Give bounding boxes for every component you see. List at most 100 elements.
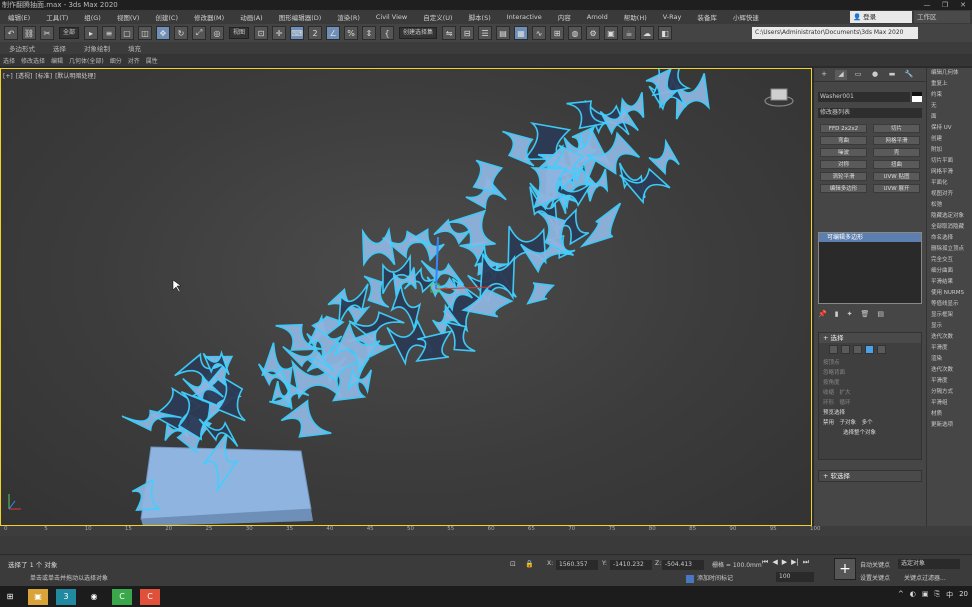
configure-sets-icon[interactable]: ▤	[877, 310, 884, 318]
a360-icon[interactable]: ◧	[658, 26, 673, 40]
app-icon-a[interactable]: ◉	[84, 589, 104, 605]
edit-geometry-row[interactable]: 重复上	[931, 79, 972, 90]
pivot-icon[interactable]: ⊡	[254, 26, 269, 40]
align-icon[interactable]: ⊟	[460, 26, 475, 40]
modifier-stack[interactable]: 可编辑多边形	[818, 232, 922, 304]
mod-btn-bend[interactable]: 弯曲	[820, 136, 867, 145]
ribbon-sub-geometry[interactable]: 几何体(全部)	[66, 56, 107, 65]
edit-geometry-row[interactable]: 平滑组	[931, 398, 972, 409]
edit-geometry-row[interactable]: 删除孤立顶点	[931, 244, 972, 255]
edit-geometry-row[interactable]: 渲染	[931, 354, 972, 365]
menu-modifiers[interactable]: 修改器(M)	[186, 12, 232, 22]
prev-frame-icon[interactable]: ◀	[772, 558, 777, 567]
edit-geometry-row[interactable]: 细分曲面	[931, 266, 972, 277]
edit-geometry-row[interactable]: 全部取消隐藏	[931, 222, 972, 233]
y-coordinate-field[interactable]: -1410.232	[610, 560, 652, 570]
object-color-swatch[interactable]	[912, 92, 922, 102]
layer-icon[interactable]: ☰	[478, 26, 493, 40]
vertex-level-icon[interactable]	[829, 345, 838, 354]
mod-btn-meshsmooth[interactable]: 网格平滑	[873, 136, 920, 145]
mirror-icon[interactable]: ⇋	[442, 26, 457, 40]
app-icon-c[interactable]: C	[140, 588, 160, 605]
ribbon-tab-modeling[interactable]: 多边形式	[0, 43, 44, 53]
lock-icon[interactable]: 🔒	[525, 560, 534, 568]
modifier-list-dropdown[interactable]: 修改器列表	[818, 108, 922, 118]
tray-monitor-icon[interactable]: ▣	[922, 590, 929, 600]
render-setup-icon[interactable]: ⚙	[586, 26, 601, 40]
3dsmax-icon[interactable]: 3	[56, 588, 76, 605]
stack-item-edit-poly[interactable]: 可编辑多边形	[819, 233, 921, 242]
mod-btn-turbosmooth[interactable]: 涡轮平滑	[820, 172, 867, 181]
ribbon-tab-freeform[interactable]: 选择	[44, 43, 75, 53]
schematic-icon[interactable]: ⊞	[550, 26, 565, 40]
window-crossing-icon[interactable]: ◫	[138, 26, 153, 40]
motion-tab-icon[interactable]: ●	[869, 70, 881, 80]
soft-selection-rollout[interactable]: + 软选择	[818, 470, 922, 482]
mod-btn-unwrap-uvw[interactable]: UVW 展开	[873, 184, 920, 193]
menu-help[interactable]: 帮助(H)	[616, 12, 655, 22]
ribbon-sub-properties[interactable]: 属性	[143, 56, 161, 65]
edge-level-icon[interactable]	[841, 345, 850, 354]
ribbon-sub-modify-selection[interactable]: 修改选择	[18, 56, 48, 65]
move-icon[interactable]: ✥	[156, 26, 171, 40]
minimize-button[interactable]: —	[918, 0, 936, 10]
start-icon[interactable]: ⊞	[0, 589, 20, 605]
menu-customize[interactable]: 自定义(U)	[415, 12, 460, 22]
edit-geometry-row[interactable]: 材质	[931, 409, 972, 420]
named-selection-dropdown[interactable]: 创建选择集	[399, 27, 438, 39]
edit-geometry-row[interactable]: 视图对齐	[931, 189, 972, 200]
angle-snap-icon[interactable]: ∠	[326, 26, 341, 40]
edit-geometry-row[interactable]: 平滑度	[931, 376, 972, 387]
menu-content[interactable]: 内容	[550, 12, 579, 22]
selection-filter-dropdown[interactable]: 全部	[59, 27, 80, 39]
edit-geometry-row[interactable]: 约束	[931, 90, 972, 101]
play-icon[interactable]: ▶	[782, 558, 787, 567]
edit-geometry-row[interactable]: 面	[931, 112, 972, 123]
next-frame-icon[interactable]: ▶|	[791, 558, 799, 567]
pin-stack-icon[interactable]: 📌	[818, 310, 827, 318]
remove-modifier-icon[interactable]: 🗑	[860, 310, 869, 318]
mod-btn-shell[interactable]: 壳	[873, 148, 920, 157]
edit-geometry-row[interactable]: 松弛	[931, 200, 972, 211]
tray-chevron-icon[interactable]: ^	[898, 590, 904, 600]
show-end-result-icon[interactable]: ▮	[835, 310, 839, 318]
edit-geometry-row[interactable]: 显示	[931, 321, 972, 332]
ribbon-sub-align[interactable]: 对齐	[125, 56, 143, 65]
reference-coordinate-dropdown[interactable]: 视图	[229, 27, 250, 39]
sel-shrink-grow[interactable]: 收缩 扩大	[823, 388, 917, 398]
make-unique-icon[interactable]: ✦	[847, 310, 853, 318]
mod-btn-uvw-map[interactable]: UVW 贴图	[873, 172, 920, 181]
isolate-icon[interactable]: ⊡	[510, 560, 516, 568]
utilities-tab-icon[interactable]: 🔧	[903, 70, 915, 80]
edit-geometry-row[interactable]: 隐藏选定对象	[931, 211, 972, 222]
menu-vray[interactable]: V-Ray	[655, 13, 690, 21]
project-path-field[interactable]: C:\Users\Administrator\Documents\3ds Max…	[752, 27, 918, 39]
mod-btn-ffd[interactable]: FFD 2x2x2	[820, 124, 867, 133]
menu-animation[interactable]: 动画(A)	[232, 12, 271, 22]
percent-snap-icon[interactable]: %	[344, 26, 359, 40]
ribbon-tab-populate[interactable]: 填充	[119, 43, 150, 53]
object-name-field[interactable]: Washer001	[818, 92, 910, 102]
create-tab-icon[interactable]: +	[818, 70, 830, 80]
hierarchy-tab-icon[interactable]: ▭	[852, 70, 864, 80]
app-icon-b[interactable]: C	[112, 588, 132, 605]
explorer-icon[interactable]: ▣	[28, 588, 48, 605]
sel-ignore-backfacing[interactable]: 忽略背面	[823, 368, 917, 378]
polygon-level-icon[interactable]	[865, 345, 874, 354]
menu-views[interactable]: 视图(V)	[109, 12, 148, 22]
element-level-icon[interactable]	[877, 345, 886, 354]
auto-key-button[interactable]: 自动关键点	[860, 560, 890, 569]
ribbon-sub-edit[interactable]: 编辑	[48, 56, 66, 65]
close-button[interactable]: ✕	[954, 0, 972, 10]
mod-btn-symmetry[interactable]: 对称	[820, 160, 867, 169]
border-level-icon[interactable]	[853, 345, 862, 354]
menu-edit[interactable]: 编辑(E)	[0, 12, 38, 22]
edit-geometry-row[interactable]: 等值线显示	[931, 299, 972, 310]
key-selection-dropdown[interactable]: 选定对象	[898, 559, 960, 569]
sel-by-angle[interactable]: 按角度	[823, 378, 917, 388]
tray-network-icon[interactable]: ◐	[910, 590, 916, 600]
modify-tab-icon[interactable]: ◢	[835, 69, 847, 80]
workspace-dropdown[interactable]: 工作区	[914, 11, 970, 23]
tray-ime-icon[interactable]: 中	[946, 590, 953, 600]
menu-civil-view[interactable]: Civil View	[368, 13, 415, 21]
